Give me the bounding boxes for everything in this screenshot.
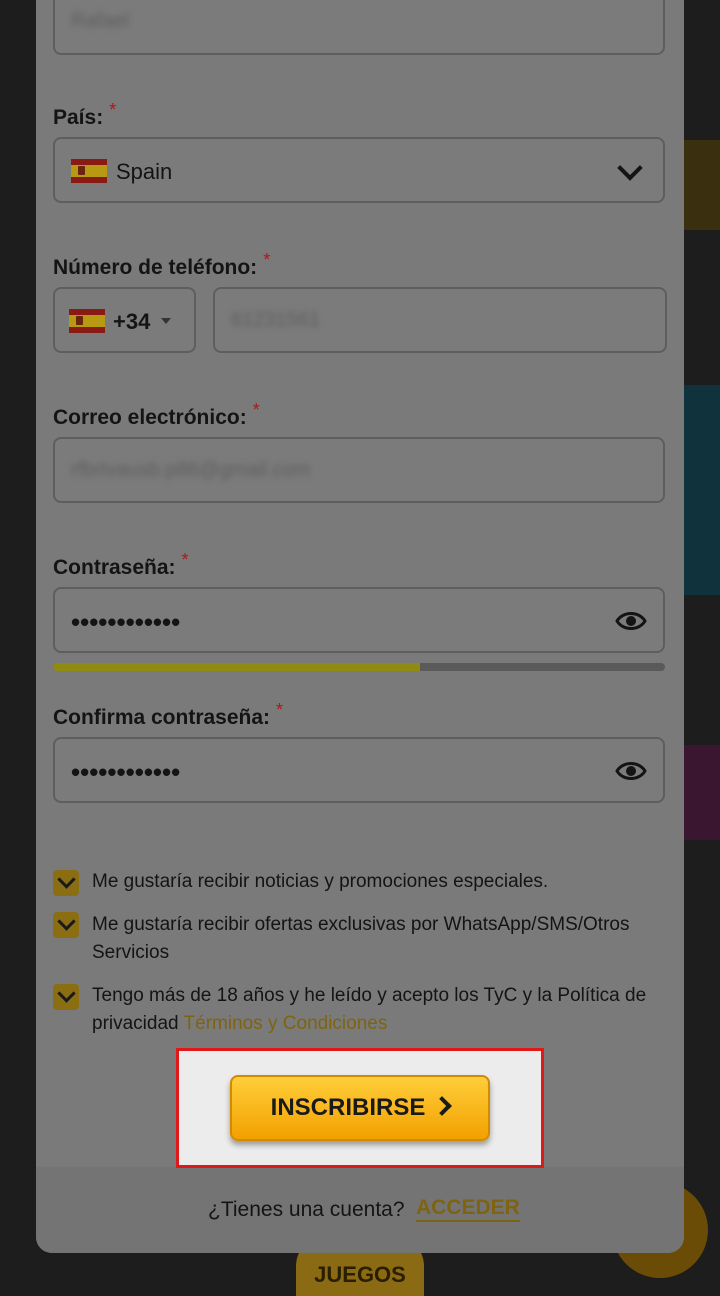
checkbox-terms[interactable] <box>53 984 79 1010</box>
password-strength-fill <box>53 663 421 671</box>
flag-spain-icon <box>69 309 105 333</box>
confirm-password-input[interactable]: •••••••••••• <box>53 737 665 803</box>
login-link[interactable]: ACCEDER <box>416 1196 520 1222</box>
name-value: Rafael <box>71 10 129 32</box>
password-label: Contraseña: * <box>53 550 189 579</box>
background-strip <box>684 140 720 230</box>
login-footer: ¿Tienes una cuenta? ACCEDER <box>36 1167 684 1253</box>
chevron-down-icon <box>617 155 643 181</box>
signup-button[interactable]: INSCRIBIRSE <box>230 1075 490 1141</box>
checkbox-whatsapp-label: Me gustaría recibir ofertas exclusivas p… <box>92 914 630 963</box>
signup-button-label: INSCRIBIRSE <box>270 1094 426 1121</box>
email-input[interactable]: rfbrtvausb.p86@gmail.com <box>53 437 665 503</box>
password-input[interactable]: •••••••••••• <box>53 587 665 653</box>
password-value: •••••••••••• <box>71 607 181 637</box>
country-value: Spain <box>116 159 173 184</box>
required-mark: * <box>276 700 284 720</box>
country-label: País: * <box>53 100 117 129</box>
required-mark: * <box>263 250 271 270</box>
checkbox-news[interactable] <box>53 870 79 896</box>
phone-code: +34 <box>113 309 151 334</box>
terms-link[interactable]: Términos y Condiciones <box>184 1013 388 1034</box>
country-select[interactable]: Spain <box>53 137 665 203</box>
checkbox-terms-label: Tengo más de 18 años y he leído y acepto… <box>92 982 652 1038</box>
required-mark: * <box>252 400 260 420</box>
required-mark: * <box>109 100 117 120</box>
password-strength-bar <box>53 663 665 671</box>
required-mark: * <box>181 550 189 570</box>
phone-label: Número de teléfono: * <box>53 250 271 279</box>
eye-icon[interactable] <box>615 609 647 633</box>
chevron-right-icon <box>432 1096 453 1116</box>
phone-code-select[interactable]: +34 <box>53 287 196 353</box>
name-field[interactable]: Rafael <box>53 0 665 55</box>
email-value: rfbrtvausb.p86@gmail.com <box>71 459 311 481</box>
background-strip <box>684 385 720 595</box>
checkbox-whatsapp[interactable] <box>53 912 79 938</box>
eye-icon[interactable] <box>615 759 647 783</box>
confirm-password-value: •••••••••••• <box>71 757 181 787</box>
flag-spain-icon <box>71 159 107 183</box>
phone-value: 61231561 <box>231 309 320 331</box>
account-question: ¿Tienes una cuenta? <box>208 1198 405 1221</box>
background-strip <box>684 745 720 840</box>
caret-down-icon <box>161 318 171 324</box>
phone-input[interactable]: 61231561 <box>213 287 667 353</box>
email-label: Correo electrónico: * <box>53 400 260 429</box>
checkbox-news-label: Me gustaría recibir noticias y promocion… <box>92 871 549 892</box>
confirm-password-label: Confirma contraseña: * <box>53 700 284 729</box>
